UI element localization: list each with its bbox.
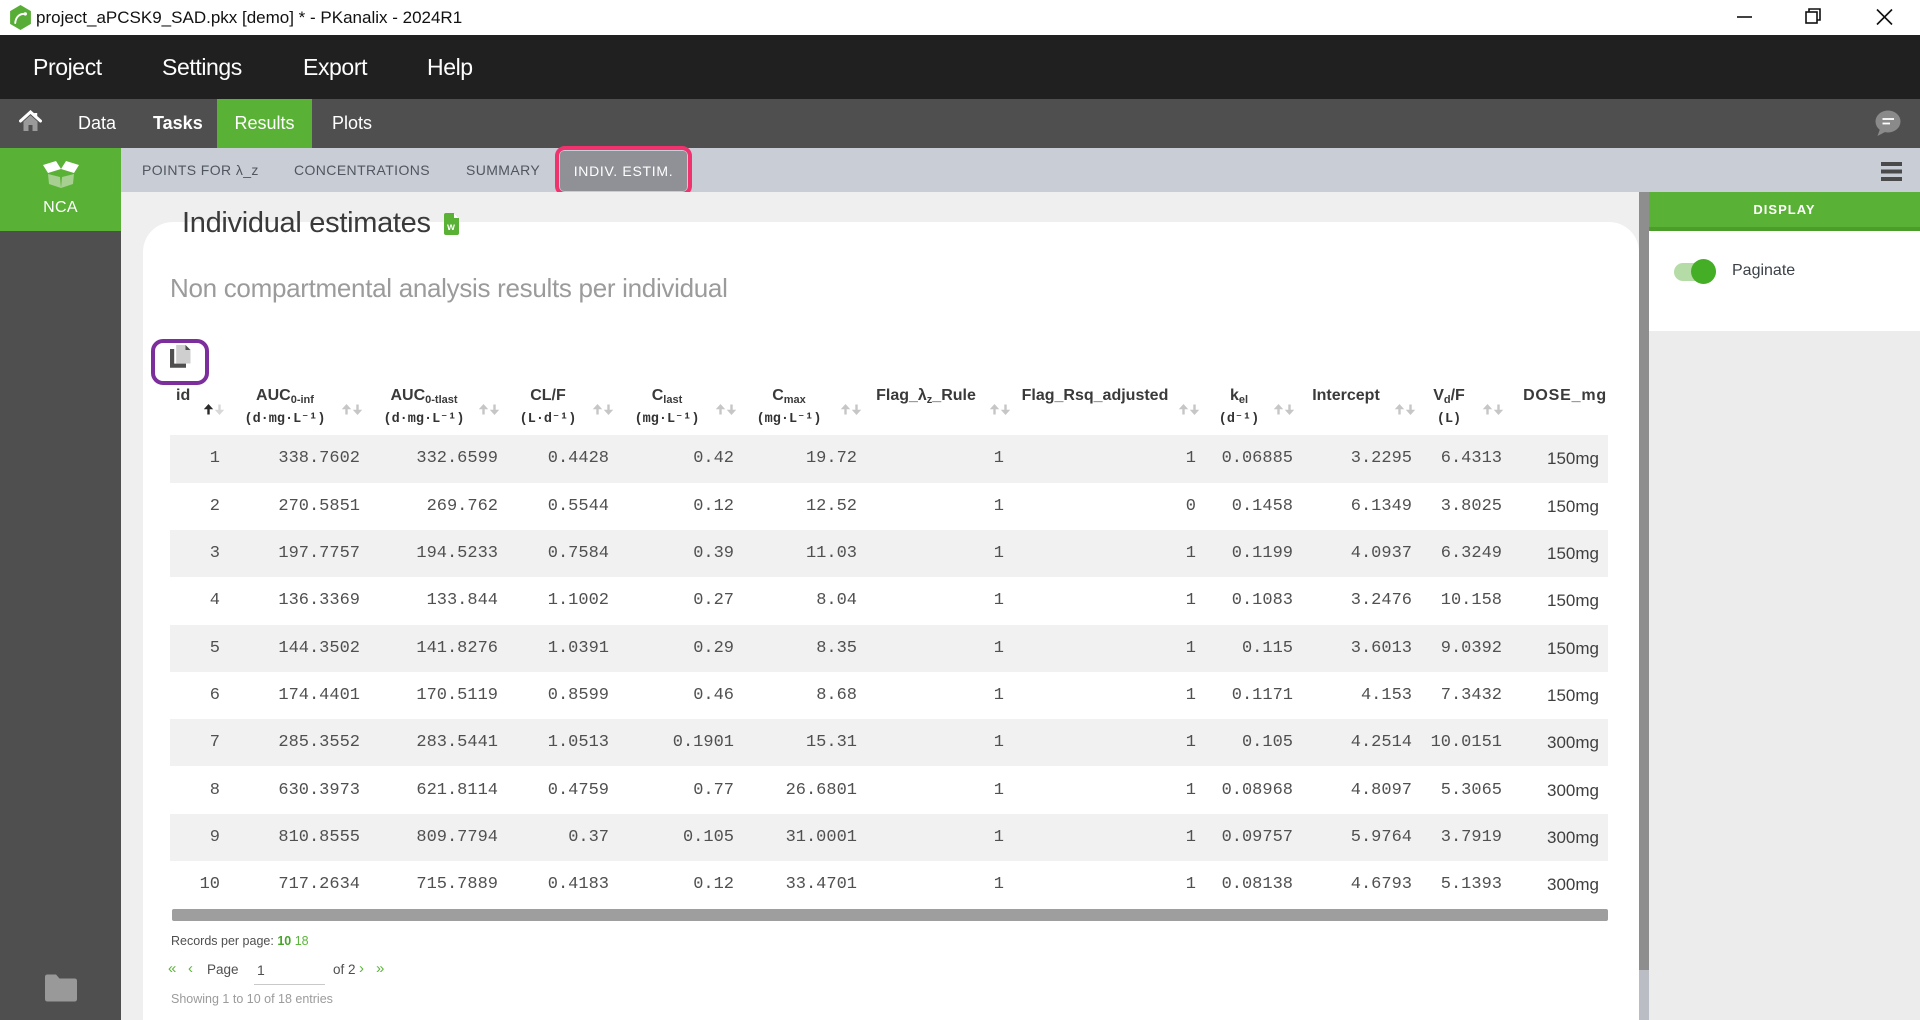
svg-text:w: w [446,222,455,233]
